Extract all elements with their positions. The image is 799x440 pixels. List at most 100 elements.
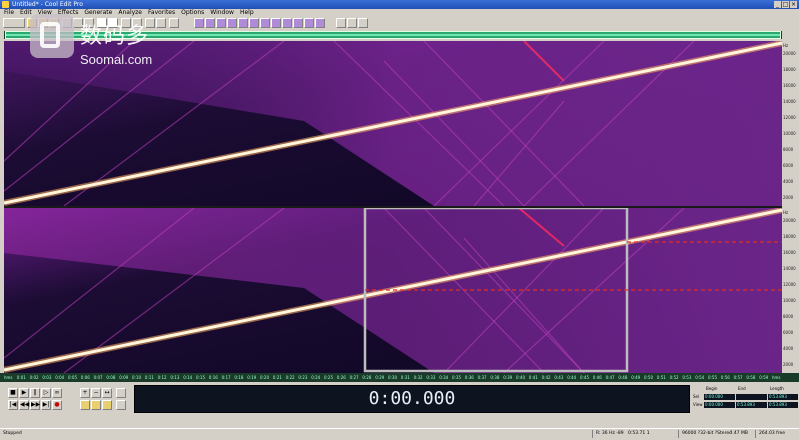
effect-icon-10[interactable] <box>293 18 303 28</box>
time-ruler-label: 0:41 <box>528 375 538 380</box>
view-length-field[interactable]: 0:53.893 <box>768 402 798 408</box>
spectrogram-right-channel[interactable] <box>4 208 782 373</box>
end-header: End <box>738 386 746 391</box>
effect-icon-7[interactable] <box>260 18 270 28</box>
zoom-in-icon[interactable]: + <box>80 388 90 398</box>
sel-begin-field[interactable]: 0:00.000 <box>704 394 735 400</box>
stop-icon[interactable]: ■ <box>8 388 18 398</box>
time-ruler-label: 0:09 <box>119 375 129 380</box>
loop-icon[interactable]: ∞ <box>52 388 62 398</box>
zoom-selection-icon[interactable] <box>80 400 90 410</box>
time-ruler-label: 0:29 <box>375 375 385 380</box>
watermark-english: Soomal.com <box>80 52 153 67</box>
tool-icon-1[interactable] <box>336 18 346 28</box>
time-ruler-label: 0:25 <box>324 375 333 380</box>
selection-view-panel: Begin End Length Sel 0:00.000 0:53.893 V… <box>692 385 799 413</box>
time-ruler-label: 0:51 <box>656 375 666 380</box>
app-icon[interactable] <box>2 1 9 8</box>
effect-icon-6[interactable] <box>249 18 259 28</box>
time-ruler-label: 0:01 <box>16 375 26 380</box>
effect-icon-5[interactable] <box>238 18 248 28</box>
play-icon[interactable]: ▶ <box>19 388 29 398</box>
effect-icon-12[interactable] <box>315 18 325 28</box>
time-ruler-label: 0:52 <box>669 375 679 380</box>
ruler-label: 14000 <box>783 266 796 271</box>
minimize-icon[interactable]: _ <box>774 1 781 8</box>
time-ruler-label: 0:28 <box>362 375 372 380</box>
pause-icon[interactable]: ‖ <box>30 388 40 398</box>
forward-icon[interactable]: ▶▶ <box>30 400 40 410</box>
zoom-vertical-icon[interactable] <box>116 388 126 398</box>
time-ruler-label: 0:19 <box>247 375 257 380</box>
maximize-icon[interactable]: □ <box>782 1 789 8</box>
zoom-vertical-out-icon[interactable] <box>116 400 126 410</box>
time-ruler-label: 0:49 <box>631 375 641 380</box>
effect-icon-8[interactable] <box>271 18 281 28</box>
ruler-label: 20000 <box>783 51 796 56</box>
sel-end-field[interactable] <box>736 394 767 400</box>
ruler-label: 6000 <box>783 163 794 168</box>
watermark-chinese: 数码多 <box>80 24 150 49</box>
menu-help[interactable]: Help <box>240 9 254 17</box>
time-ruler-label: 0:55 <box>708 375 717 380</box>
effect-icon-9[interactable] <box>282 18 292 28</box>
toolbar-mode-button[interactable] <box>3 18 25 28</box>
view-label: View <box>693 402 703 407</box>
time-ruler[interactable]: hms 0:01 0:02 0:03 0:04 0:05 0:06 0:07 0:08 0:09 0… <box>0 373 799 382</box>
tool-icon-3[interactable] <box>358 18 368 28</box>
time-ruler-label: 0:26 <box>336 375 346 380</box>
time-ruler-label: 0:44 <box>567 375 577 380</box>
status-size: ?.47 MB <box>730 431 748 436</box>
frequency-ruler-right: Hz 20000 18000 16000 14000 12000 10000 8… <box>782 208 799 373</box>
time-ruler-label: 0:35 <box>452 375 461 380</box>
view-begin-field[interactable]: 0:00.000 <box>704 402 735 408</box>
play-to-end-icon[interactable]: ▷ <box>41 388 51 398</box>
time-ruler-label: 0:50 <box>644 375 653 380</box>
time-ruler-label: 0:47 <box>605 375 615 380</box>
effect-icon-3[interactable] <box>216 18 226 28</box>
zoom-full-icon[interactable]: ↔ <box>102 388 112 398</box>
effect-icon-2[interactable] <box>205 18 215 28</box>
zoom-left-icon[interactable] <box>91 400 101 410</box>
ruler-label: 4000 <box>783 346 794 351</box>
time-ruler-label: 0:14 <box>183 375 193 380</box>
effect-icon-4[interactable] <box>227 18 237 28</box>
sel-label: Sel <box>693 394 700 399</box>
tool-icon-2[interactable] <box>347 18 357 28</box>
ruler-label: Hz <box>783 43 789 48</box>
time-ruler-label: 0:16 <box>208 375 218 380</box>
go-start-icon[interactable]: |◀ <box>8 400 18 410</box>
spectrogram-right-svg <box>4 208 782 373</box>
time-ruler-label: 0:24 <box>311 375 321 380</box>
view-end-field[interactable]: 0:53.893 <box>736 402 767 408</box>
record-icon[interactable]: ● <box>52 400 62 410</box>
ruler-label: 10000 <box>783 131 796 136</box>
ruler-label: 20000 <box>783 218 796 223</box>
menu-window[interactable]: Window <box>210 9 234 17</box>
zoom-right-icon[interactable] <box>102 400 112 410</box>
menu-options[interactable]: Options <box>181 9 204 17</box>
time-ruler-label: 0:27 <box>349 375 359 380</box>
begin-header: Begin <box>706 386 718 391</box>
close-icon[interactable]: × <box>790 1 797 8</box>
window-title: Untitled* - Cool Edit Pro <box>12 1 83 8</box>
time-ruler-label: 0:13 <box>170 375 180 380</box>
go-end-icon[interactable]: ▶| <box>41 400 51 410</box>
time-ruler-label: 0:11 <box>144 375 154 380</box>
rewind-icon[interactable]: ◀◀ <box>19 400 29 410</box>
ruler-label: 6000 <box>783 330 794 335</box>
zoom-out-icon[interactable]: − <box>91 388 101 398</box>
time-ruler-label: 0:37 <box>477 375 487 380</box>
ruler-label: 16000 <box>783 83 796 88</box>
ruler-label: 2000 <box>783 362 794 367</box>
ruler-label: 2000 <box>783 195 794 200</box>
effect-icon-1[interactable] <box>194 18 204 28</box>
watermark: 数码多 Soomal.com <box>28 14 178 72</box>
menu-file[interactable]: File <box>4 9 14 17</box>
sel-length-field[interactable]: 0:53.893 <box>768 394 798 400</box>
time-ruler-label: 0:58 <box>746 375 756 380</box>
ruler-label: 8000 <box>783 147 794 152</box>
time-ruler-label: 0:31 <box>400 375 410 380</box>
time-ruler-label: 0:54 <box>695 375 705 380</box>
effect-icon-11[interactable] <box>304 18 314 28</box>
